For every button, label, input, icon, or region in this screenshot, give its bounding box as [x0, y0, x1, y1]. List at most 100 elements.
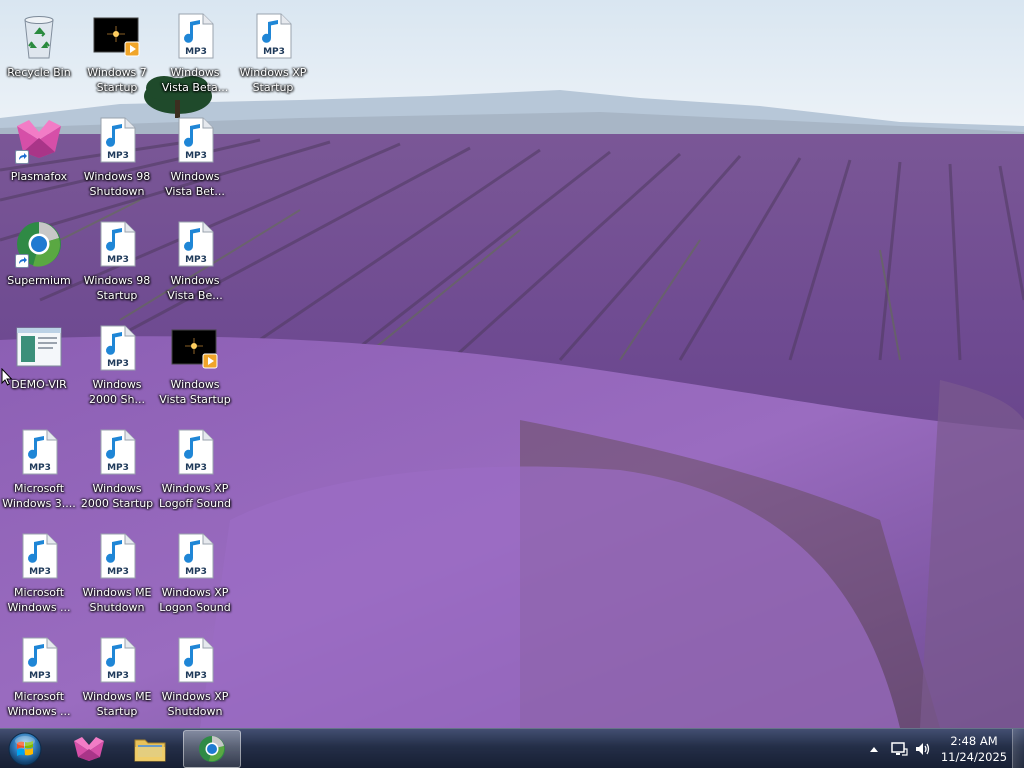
taskbar-plasmafox-button[interactable]	[60, 730, 118, 768]
desktop-icon[interactable]: MP3 Windows Vista Be...	[156, 212, 234, 308]
volume-icon[interactable]	[914, 740, 932, 758]
app-window-icon	[15, 324, 63, 372]
mp3-file-icon: MP3	[93, 428, 141, 476]
desktop-icon[interactable]: MP3 Windows Vista Bet...	[156, 108, 234, 204]
svg-text:MP3: MP3	[107, 255, 129, 265]
desktop-icon[interactable]: MP3 Windows XP Shutdown	[156, 628, 234, 724]
svg-text:MP3: MP3	[107, 567, 129, 577]
desktop-icon[interactable]: MP3 Microsoft Windows ...	[0, 628, 78, 724]
mp3-file-icon: MP3	[171, 532, 219, 580]
mp3-file-icon: MP3	[15, 636, 63, 684]
desktop-icon[interactable]: MP3 Windows Vista Beta...	[156, 4, 234, 100]
taskbar-file-explorer-button[interactable]	[121, 730, 179, 768]
plasmafox-icon	[74, 737, 104, 761]
mp3-file-icon: MP3	[171, 12, 219, 60]
show-desktop-button[interactable]	[1012, 729, 1024, 768]
desktop-icon[interactable]: Windows 7 Startup	[78, 4, 156, 100]
taskbar: 2:48 AM 11/24/2025	[0, 728, 1024, 768]
desktop-icon[interactable]: Plasmafox	[0, 108, 78, 204]
system-tray	[866, 729, 932, 768]
desktop-icon-label: Windows XP Shutdown	[161, 690, 229, 718]
mp3-file-icon: MP3	[171, 220, 219, 268]
desktop-icon[interactable]: MP3 Windows ME Shutdown	[78, 524, 156, 620]
mp3-file-icon: MP3	[93, 220, 141, 268]
svg-text:MP3: MP3	[263, 47, 285, 57]
desktop-icon[interactable]: MP3 Windows 98 Startup	[78, 212, 156, 308]
desktop-icon-label: Microsoft Windows ...	[7, 690, 71, 718]
desktop-icon[interactable]: MP3 Windows 2000 Startup	[78, 420, 156, 516]
mp3-file-icon: MP3	[171, 116, 219, 164]
desktop-icon-label: Windows Vista Startup	[159, 378, 231, 406]
desktop-icon-label: Supermium	[7, 274, 71, 287]
start-button[interactable]	[5, 731, 45, 767]
svg-text:MP3: MP3	[185, 567, 207, 577]
mp3-file-icon: MP3	[171, 636, 219, 684]
desktop-icon[interactable]: MP3 Windows 2000 Sh...	[78, 316, 156, 412]
mp3-file-icon: MP3	[15, 532, 63, 580]
mp3-file-icon: MP3	[249, 12, 297, 60]
svg-text:MP3: MP3	[185, 47, 207, 57]
svg-text:MP3: MP3	[107, 463, 129, 473]
desktop-icon-label: Windows Vista Beta...	[161, 66, 229, 94]
desktop-icon-label: Recycle Bin	[7, 66, 71, 79]
supermium-icon	[199, 736, 225, 762]
desktop-icon[interactable]: MP3 Microsoft Windows ...	[0, 524, 78, 620]
svg-text:MP3: MP3	[185, 255, 207, 265]
supermium-icon	[15, 220, 63, 268]
mp3-file-icon: MP3	[15, 428, 63, 476]
svg-text:MP3: MP3	[107, 359, 129, 369]
windows-start-orb-icon	[8, 732, 42, 766]
desktop-icon[interactable]: MP3 Windows 98 Shutdown	[78, 108, 156, 204]
recycle-bin-icon	[15, 12, 63, 60]
mp3-file-icon: MP3	[93, 324, 141, 372]
desktop-icon[interactable]: MP3 Windows ME Startup	[78, 628, 156, 724]
desktop-icon-label: Windows 98 Shutdown	[83, 170, 151, 198]
desktop-icon[interactable]: MP3 Windows XP Startup	[234, 4, 312, 100]
svg-text:MP3: MP3	[185, 151, 207, 161]
svg-text:MP3: MP3	[185, 671, 207, 681]
svg-text:MP3: MP3	[107, 671, 129, 681]
clock-time: 2:48 AM	[950, 734, 998, 748]
shortcut-arrow-icon	[15, 150, 29, 164]
desktop-icon-label: Plasmafox	[10, 170, 68, 183]
network-icon[interactable]	[890, 740, 908, 758]
svg-text:MP3: MP3	[29, 671, 51, 681]
desktop-icon-label: Windows XP Logoff Sound	[158, 482, 232, 510]
taskbar-supermium-button[interactable]	[183, 730, 241, 768]
desktop-icon[interactable]: MP3 Microsoft Windows 3....	[0, 420, 78, 516]
desktop-icon-label: Windows ME Startup	[82, 690, 152, 718]
taskbar-clock[interactable]: 2:48 AM 11/24/2025	[938, 732, 1010, 766]
clock-date: 11/24/2025	[940, 750, 1008, 764]
desktop-icon-label: Microsoft Windows ...	[7, 586, 71, 614]
desktop-icon[interactable]: Supermium	[0, 212, 78, 308]
show-hidden-icons-arrow[interactable]	[866, 740, 882, 758]
desktop-icon-label: Windows Vista Be...	[167, 274, 223, 302]
mp3-file-icon: MP3	[93, 532, 141, 580]
desktop-icon[interactable]: MP3 Windows XP Logon Sound	[156, 524, 234, 620]
desktop-icon[interactable]: DEMO-VIR	[0, 316, 78, 412]
mouse-cursor-icon	[1, 367, 13, 386]
desktop-icon-label: Windows XP Startup	[239, 66, 307, 94]
svg-text:MP3: MP3	[29, 463, 51, 473]
desktop-icon[interactable]: MP3 Windows XP Logoff Sound	[156, 420, 234, 516]
desktop-icon[interactable]: Windows Vista Startup	[156, 316, 234, 412]
desktop-icon-label: Windows XP Logon Sound	[159, 586, 231, 614]
folder-icon	[134, 739, 166, 762]
video-file-icon	[93, 12, 141, 60]
mp3-file-icon: MP3	[93, 116, 141, 164]
shortcut-arrow-icon	[15, 254, 29, 268]
mp3-file-icon: MP3	[171, 428, 219, 476]
desktop-icon-label: Windows 7 Startup	[87, 66, 147, 94]
desktop-icon-label: Microsoft Windows 3....	[2, 482, 76, 510]
plasmafox-icon	[15, 116, 63, 164]
video-file-icon	[171, 324, 219, 372]
desktop-icon-label: Windows 2000 Sh...	[89, 378, 145, 406]
desktop-icon[interactable]: Recycle Bin	[0, 4, 78, 100]
svg-text:MP3: MP3	[107, 151, 129, 161]
desktop-icon-label: Windows Vista Bet...	[165, 170, 225, 198]
mp3-file-icon: MP3	[93, 636, 141, 684]
svg-text:MP3: MP3	[185, 463, 207, 473]
svg-text:MP3: MP3	[29, 567, 51, 577]
desktop-icon-label: Windows ME Shutdown	[82, 586, 152, 614]
desktop-icon-label: Windows 2000 Startup	[80, 482, 154, 510]
